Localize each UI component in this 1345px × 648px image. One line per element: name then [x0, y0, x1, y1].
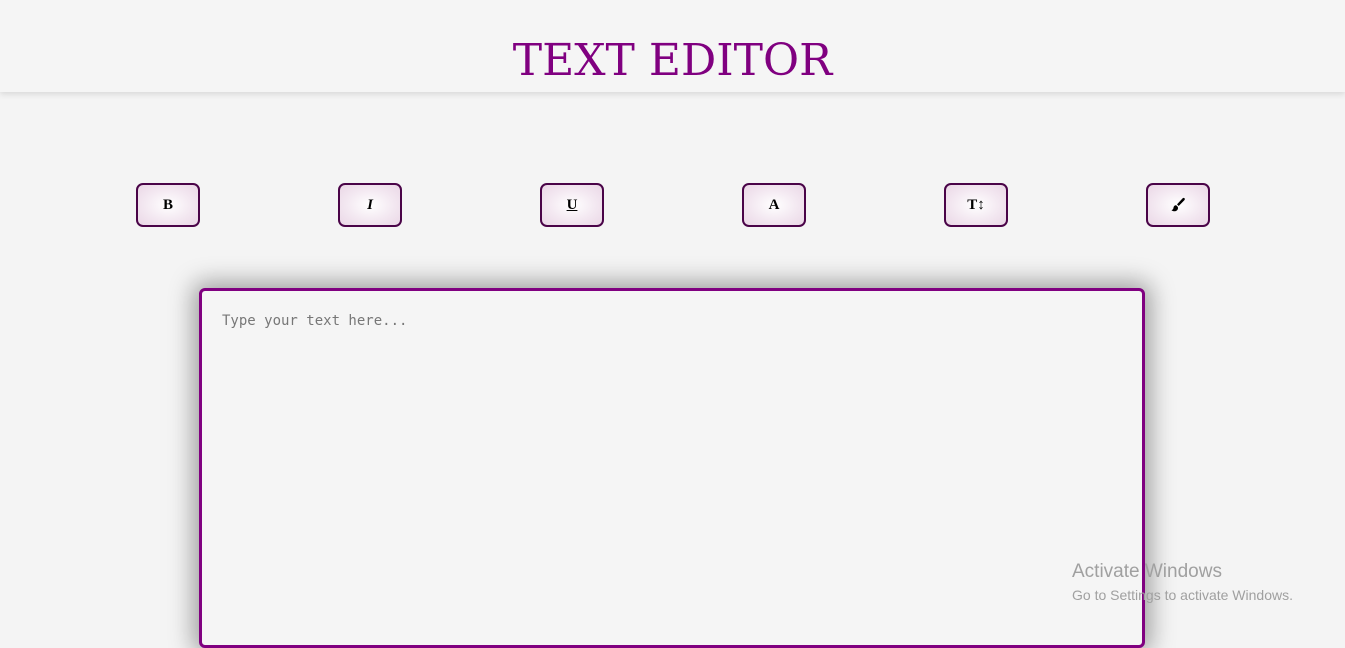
underline-icon: U — [566, 196, 578, 213]
italic-icon: I — [367, 196, 373, 213]
app-header: TEXT EDITOR — [0, 0, 1345, 92]
font-size-button[interactable]: T↕ — [944, 183, 1008, 227]
bold-button[interactable]: B — [136, 183, 200, 227]
watermark-title: Activate Windows — [1072, 561, 1222, 582]
paintbrush-button[interactable] — [1146, 183, 1210, 227]
text-editor-area[interactable] — [202, 291, 1142, 645]
editor-container — [199, 288, 1145, 648]
font-color-button[interactable]: A — [742, 183, 806, 227]
watermark-subtitle: Go to Settings to activate Windows. — [1072, 587, 1293, 603]
page-title: TEXT EDITOR — [512, 35, 833, 86]
font-size-icon: T↕ — [967, 196, 985, 213]
bold-icon: B — [162, 196, 173, 213]
formatting-toolbar: B I U A T↕ — [0, 183, 1345, 229]
italic-button[interactable]: I — [338, 183, 402, 227]
paintbrush-icon — [1171, 197, 1185, 212]
font-color-icon: A — [768, 196, 780, 213]
activate-windows-watermark: Activate Windows Go to Settings to activ… — [1072, 561, 1293, 607]
underline-button[interactable]: U — [540, 183, 604, 227]
